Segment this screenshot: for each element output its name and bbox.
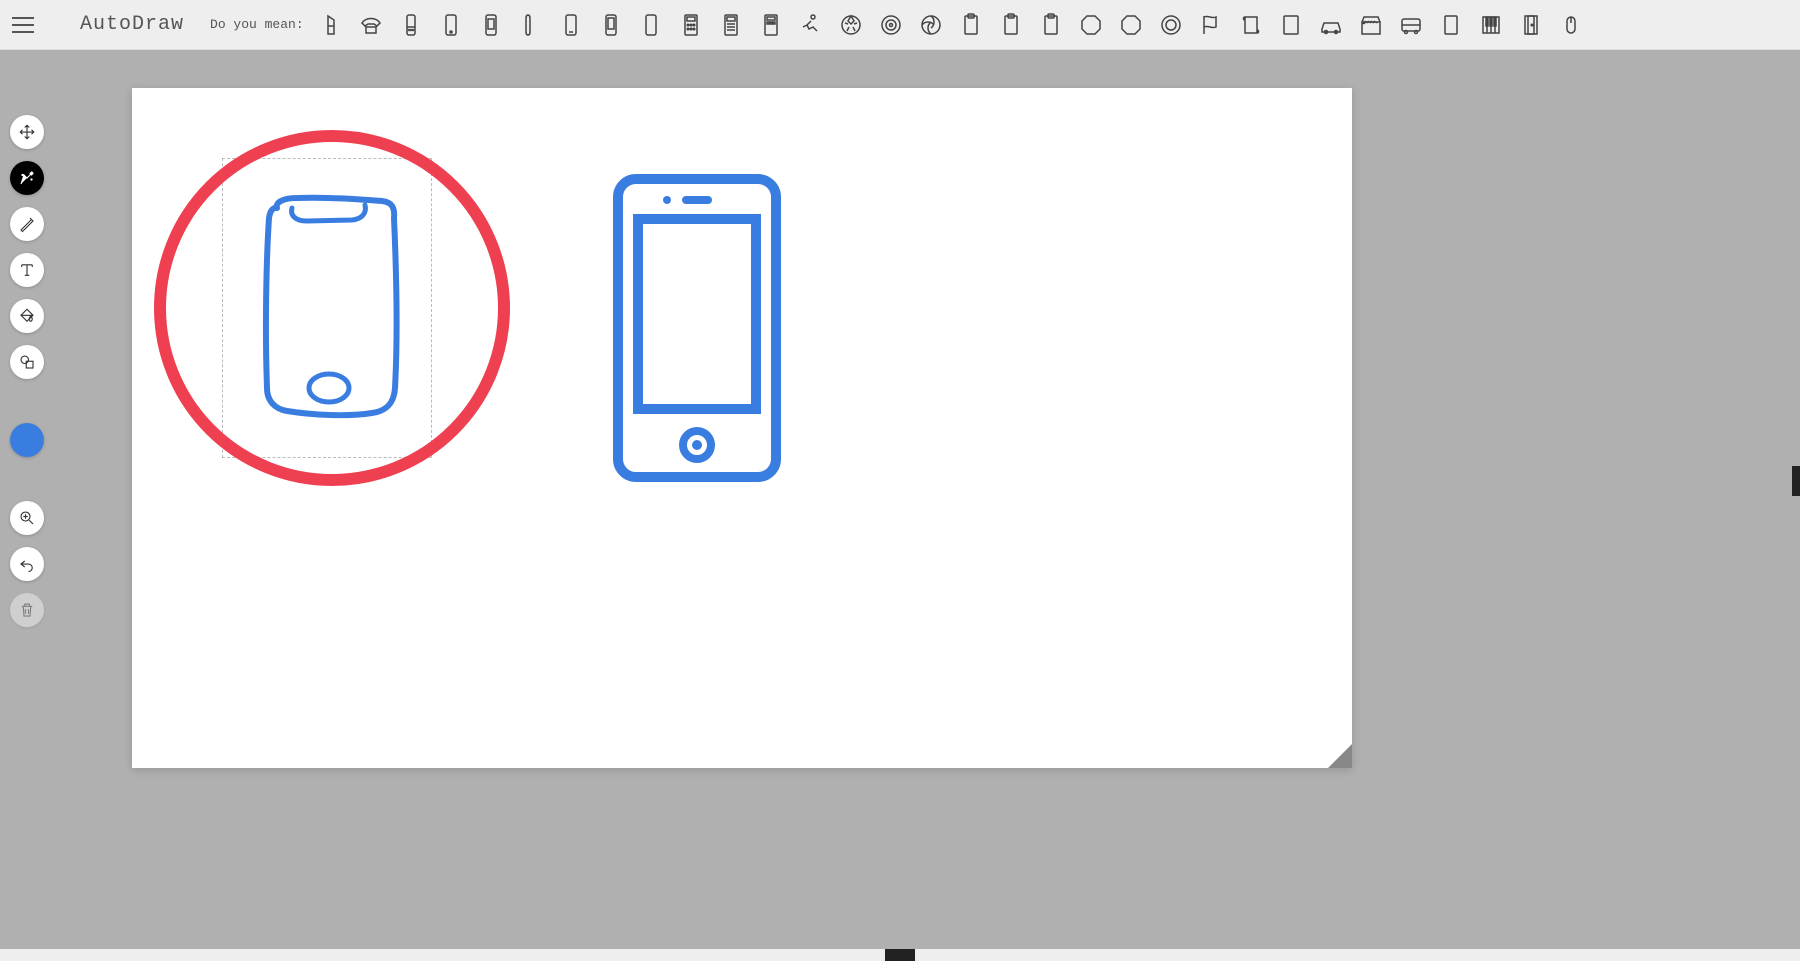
suggestion-mobile-battery-icon[interactable] [478,12,504,38]
suggestion-bus-icon[interactable] [1398,12,1424,38]
suggestion-door-icon[interactable] [1518,12,1544,38]
suggestion-tablet-icon[interactable] [1278,12,1304,38]
smartphone-clipart[interactable] [612,173,782,483]
suggestion-runner-icon[interactable] [798,12,824,38]
suggestion-clipboard-2-icon[interactable] [998,12,1024,38]
suggestion-flag-icon[interactable] [1198,12,1224,38]
canvas[interactable] [132,88,1352,768]
bottom-scroll-handle[interactable] [885,949,915,961]
suggestion-scroll-icon[interactable] [1238,12,1264,38]
suggestion-clipboard-3-icon[interactable] [1038,12,1064,38]
suggestion-smartphone-3-icon[interactable] [598,12,624,38]
suggestion-piano-keys-icon[interactable] [1478,12,1504,38]
fill-tool[interactable] [10,299,44,333]
suggestion-badge-icon[interactable] [878,12,904,38]
suggestion-octagon-1-icon[interactable] [1078,12,1104,38]
suggestion-phone-handset-icon[interactable] [518,12,544,38]
suggestion-smartphone-4-icon[interactable] [638,12,664,38]
suggestion-car-icon[interactable] [1318,12,1344,38]
suggestion-calculator-3-icon[interactable] [758,12,784,38]
color-picker[interactable] [10,423,44,457]
suggestion-clipboard-1-icon[interactable] [958,12,984,38]
left-toolbar [10,115,44,627]
suggestion-volleyball-icon[interactable] [918,12,944,38]
menu-button[interactable] [12,10,42,40]
shape-tool[interactable] [10,345,44,379]
app-title: AutoDraw [80,13,184,36]
top-bar: AutoDraw Do you mean: [0,0,1800,50]
delete-button[interactable] [10,593,44,627]
suggestion-lipstick-icon[interactable] [318,12,344,38]
suggestion-soccer-ball-icon[interactable] [838,12,864,38]
suggestion-smartphone-1-icon[interactable] [438,12,464,38]
do-you-mean-label: Do you mean: [210,17,304,32]
autodraw-tool[interactable] [10,161,44,195]
suggestion-rotary-phone-icon[interactable] [358,12,384,38]
suggestion-smartphone-2-icon[interactable] [558,12,584,38]
type-tool[interactable] [10,253,44,287]
suggestion-mouse-icon[interactable] [1558,12,1584,38]
suggestion-calculator-2-icon[interactable] [718,12,744,38]
draw-tool[interactable] [10,207,44,241]
suggestion-calculator-1-icon[interactable] [678,12,704,38]
right-scroll-handle[interactable] [1792,466,1800,496]
suggestion-mobile-old-icon[interactable] [398,12,424,38]
canvas-resize-corner[interactable] [1328,744,1352,768]
undo-button[interactable] [10,547,44,581]
suggestion-row [318,12,1788,38]
zoom-tool[interactable] [10,501,44,535]
select-tool[interactable] [10,115,44,149]
suggestion-circle-ring-icon[interactable] [1158,12,1184,38]
hand-drawn-phone-sketch[interactable] [257,193,407,423]
suggestion-octagon-2-icon[interactable] [1118,12,1144,38]
suggestion-document-icon[interactable] [1438,12,1464,38]
suggestion-storefront-icon[interactable] [1358,12,1384,38]
